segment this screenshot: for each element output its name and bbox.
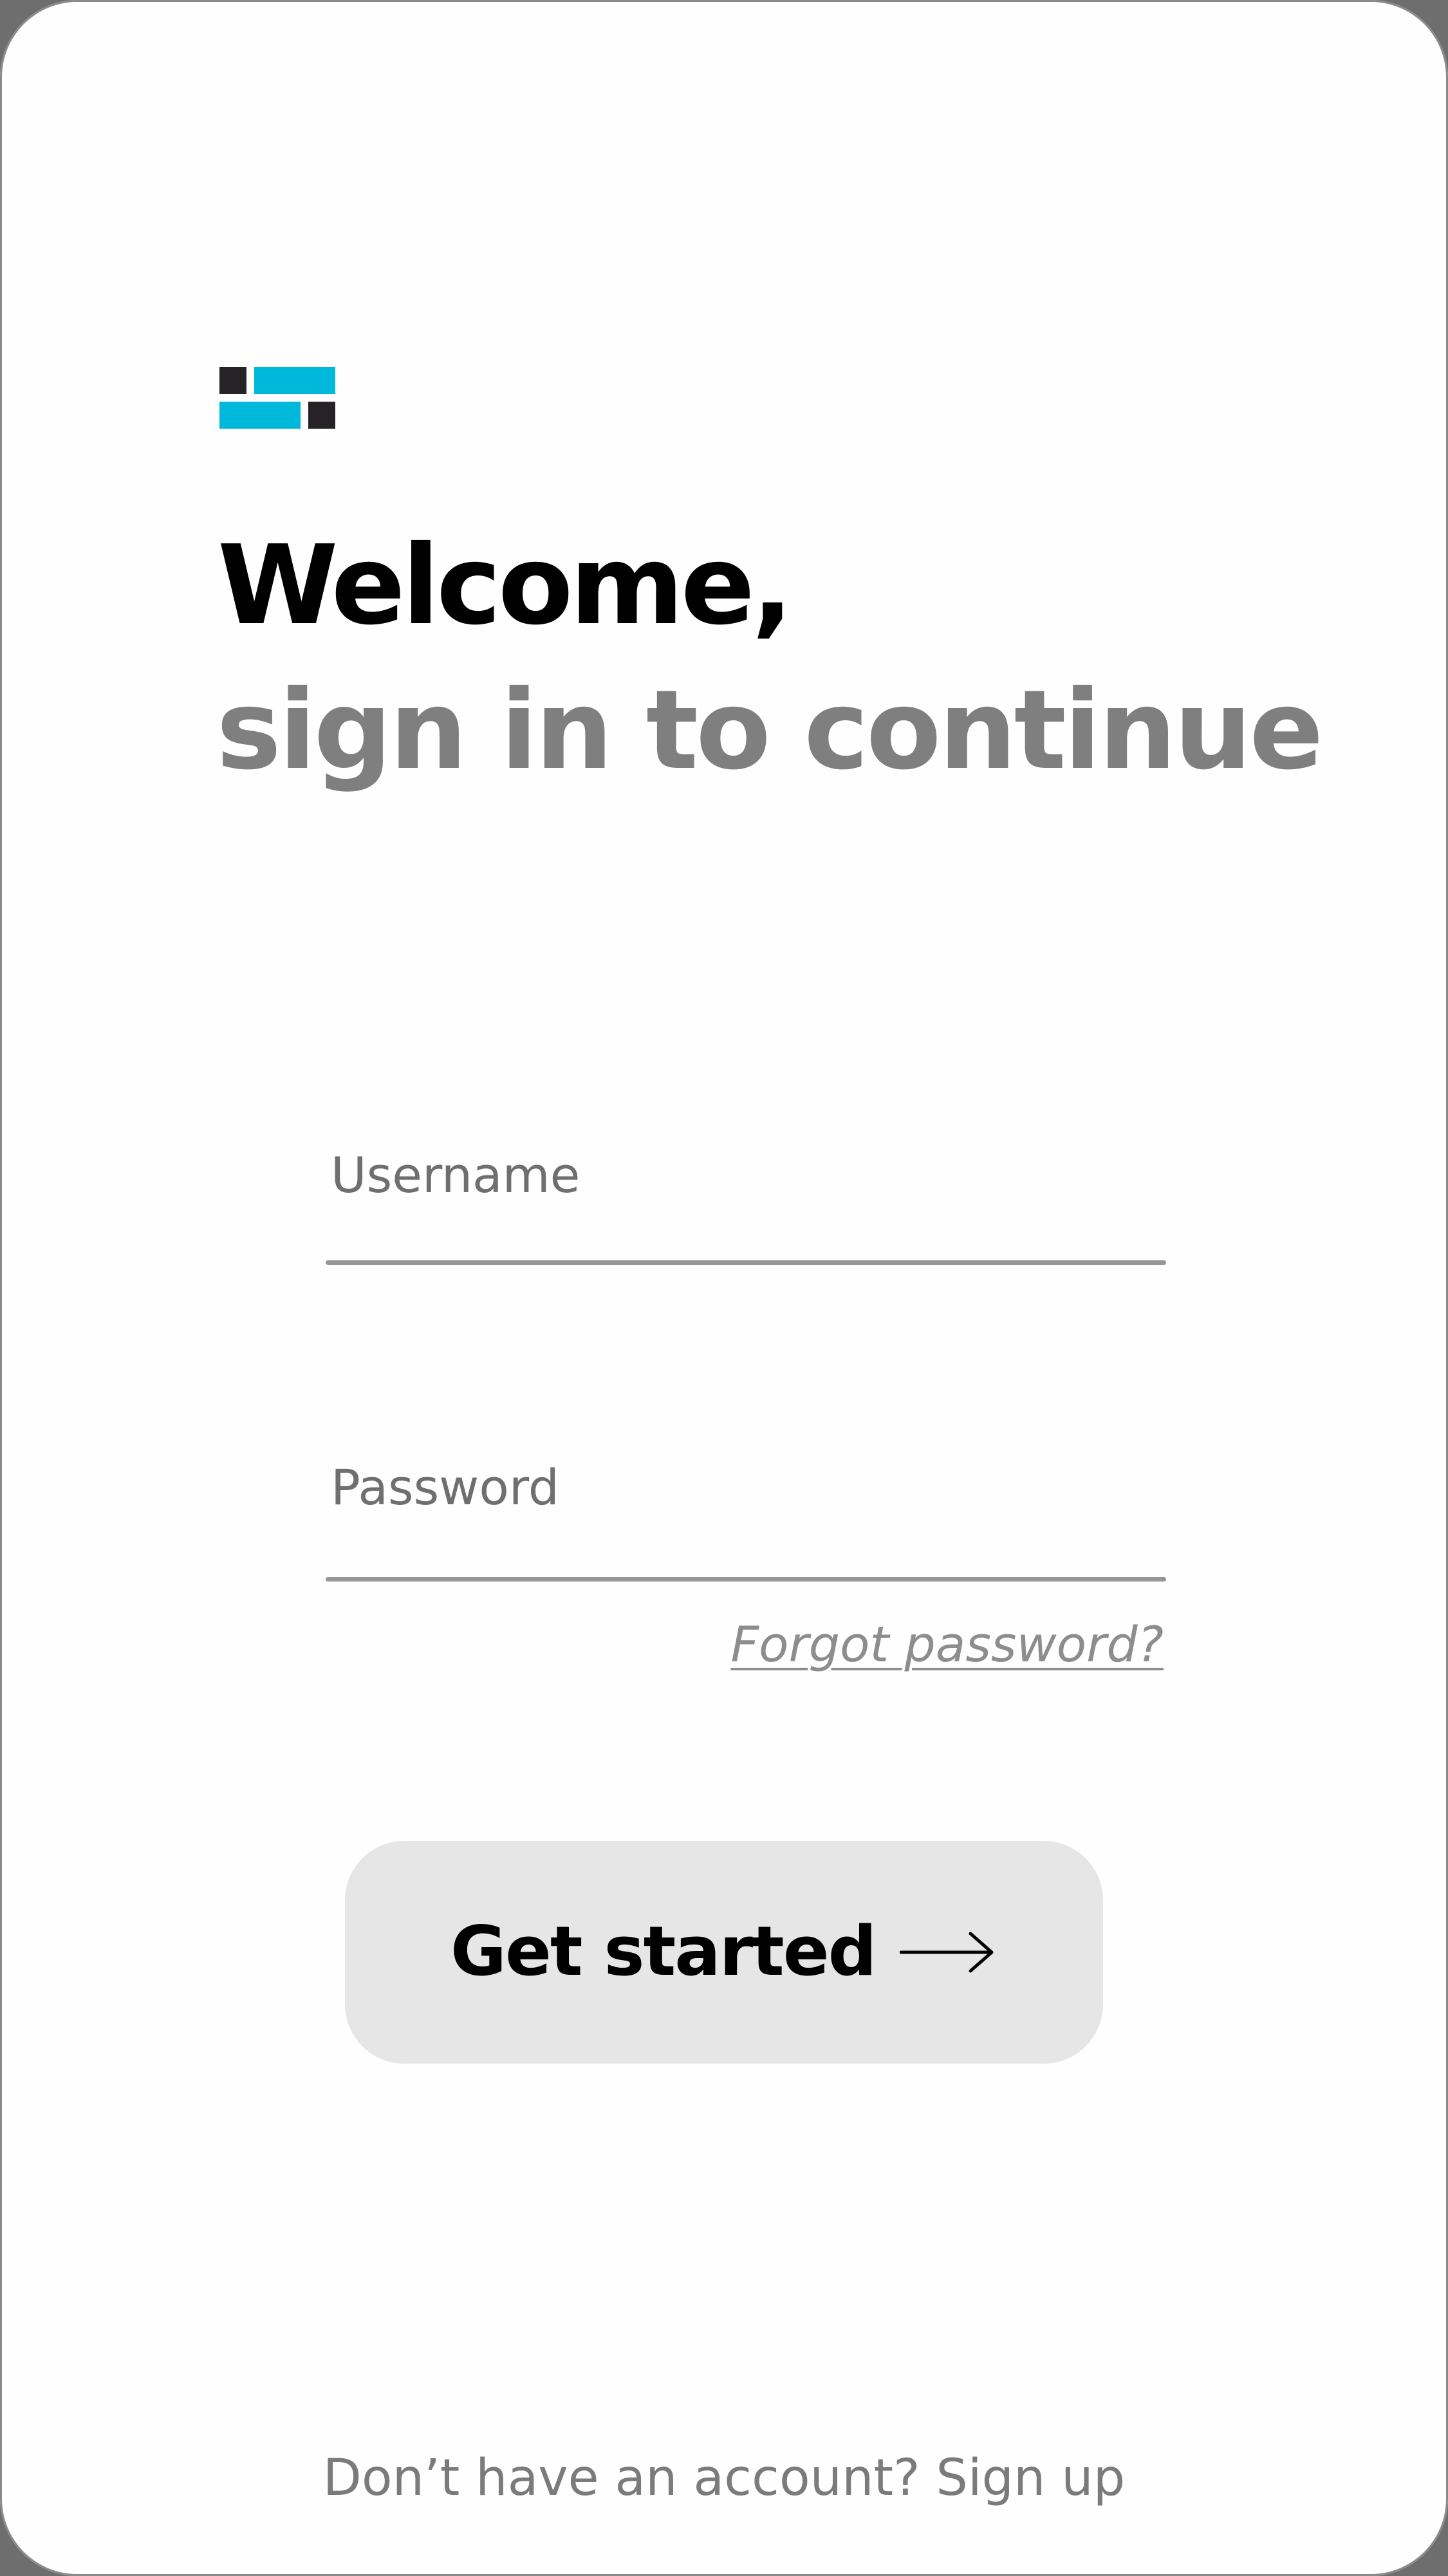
- forgot-password-link[interactable]: Forgot password?: [730, 1616, 1164, 1673]
- password-input[interactable]: [331, 1445, 1166, 1529]
- logo-block-cyan-top: [254, 367, 335, 394]
- get-started-label: Get started: [450, 1912, 877, 1991]
- password-field: [326, 1445, 1166, 1582]
- arrow-right-icon: [900, 1932, 994, 1973]
- username-field: [326, 1133, 1166, 1265]
- signup-question: Don’t have an account?: [322, 2449, 920, 2507]
- signup-prompt: Don’t have an account? Sign up: [0, 2449, 1448, 2507]
- sign-in-subheading: sign in to continue: [216, 667, 1324, 794]
- brand-logo-icon: [219, 367, 335, 431]
- signup-link[interactable]: Sign up: [936, 2449, 1125, 2507]
- logo-block-cyan-bottom: [219, 402, 301, 429]
- sign-in-screen: Welcome, sign in to continue Forgot pass…: [0, 0, 1448, 2576]
- username-underline: [326, 1260, 1166, 1265]
- logo-block-dark-top: [219, 367, 246, 394]
- get-started-button[interactable]: Get started: [345, 1841, 1103, 2064]
- logo-block-dark-bottom: [308, 402, 335, 429]
- password-underline: [326, 1577, 1166, 1582]
- welcome-heading: Welcome,: [218, 522, 794, 649]
- username-input[interactable]: [331, 1133, 1166, 1217]
